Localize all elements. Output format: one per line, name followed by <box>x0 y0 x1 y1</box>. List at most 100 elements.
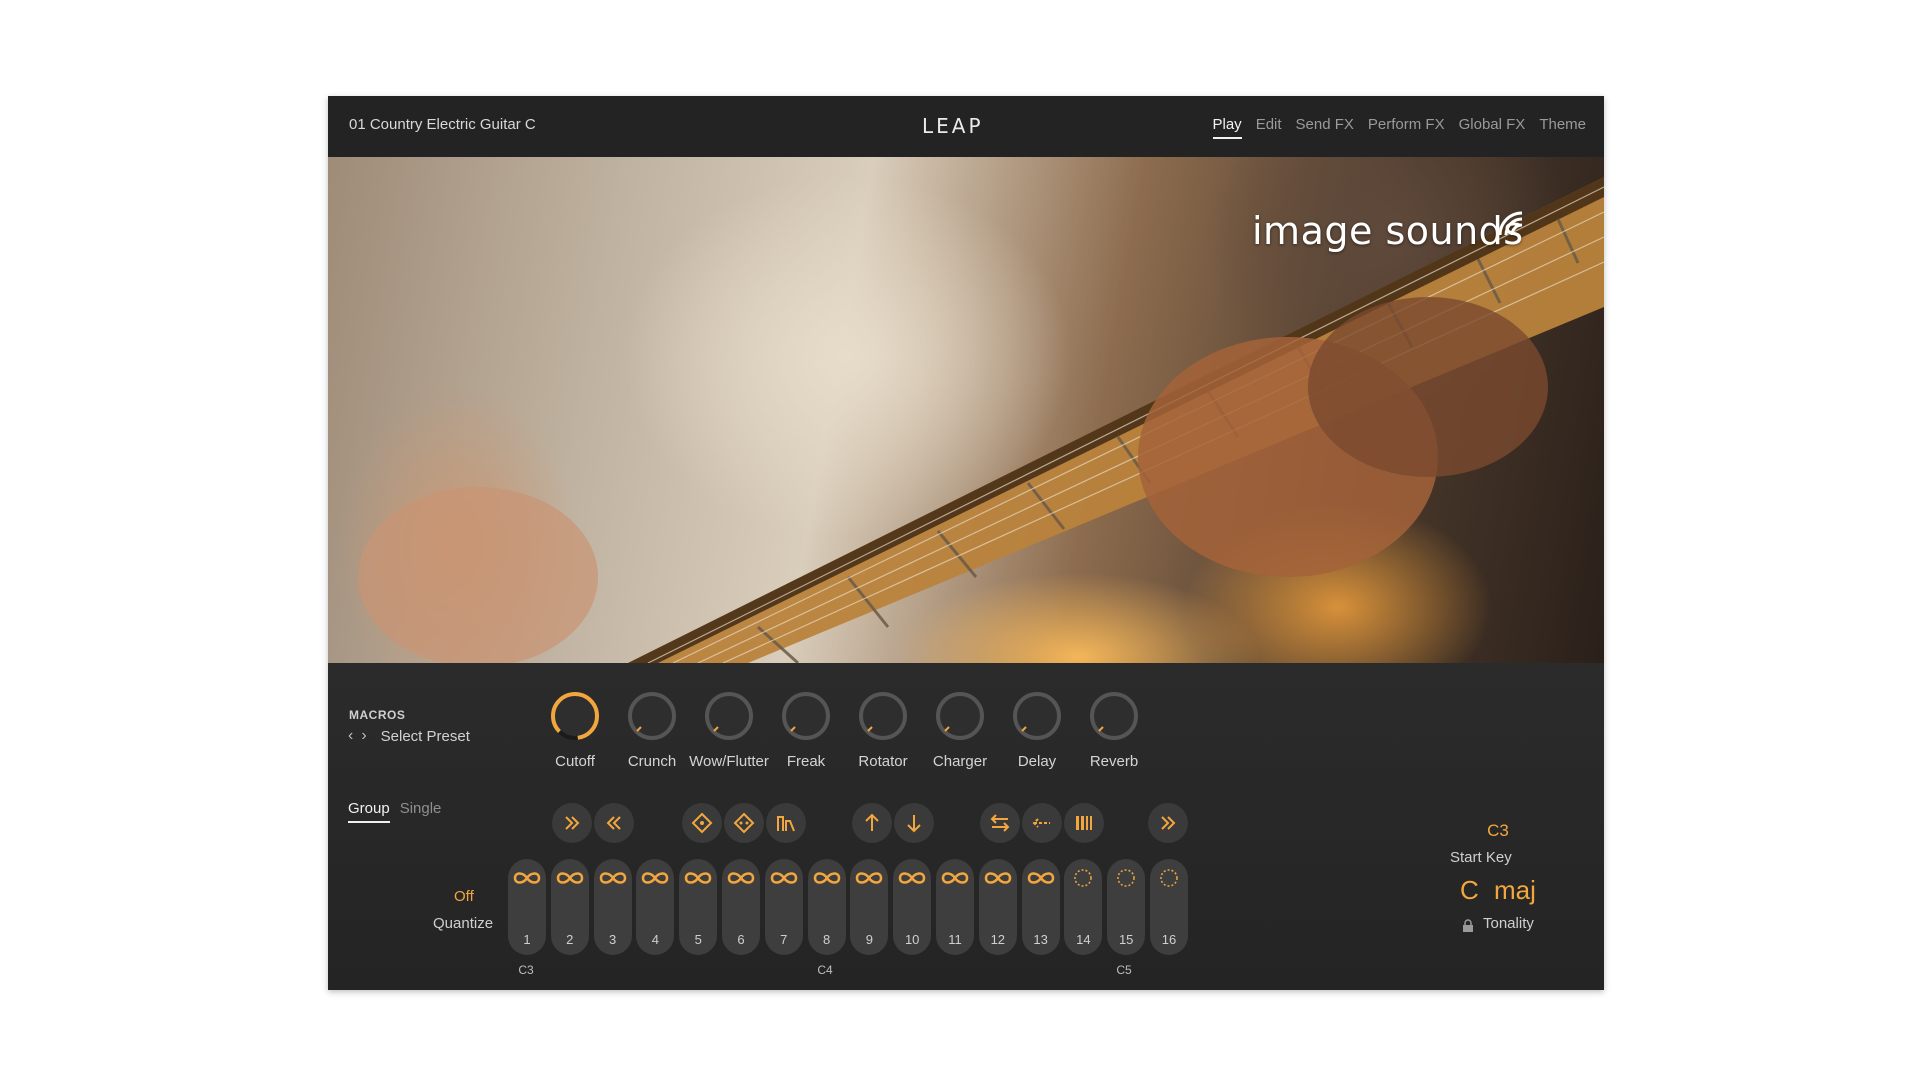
tab-group[interactable]: Group <box>348 800 390 823</box>
lock-icon[interactable] <box>1461 919 1475 933</box>
signal-icon <box>1498 211 1523 236</box>
pad-13[interactable]: 13 <box>1021 859 1060 955</box>
loop-icon <box>813 872 840 884</box>
stutter-button[interactable] <box>1064 803 1104 843</box>
pad-9[interactable]: 9 <box>850 859 889 955</box>
arrow-up-icon <box>865 813 879 831</box>
loop-icon <box>1027 872 1054 884</box>
mode-tabs: Group Single <box>348 800 441 823</box>
randomize-alt-button[interactable] <box>724 803 764 843</box>
octave-label: C4 <box>817 963 833 977</box>
pad-number: 4 <box>651 932 659 947</box>
leap-window: 01 Country Electric Guitar C LEAP Play E… <box>328 96 1604 990</box>
pad-11[interactable]: 11 <box>936 859 974 955</box>
fast-forward-button[interactable] <box>552 803 592 843</box>
loop-icon <box>513 872 541 884</box>
stutter-icon <box>1076 816 1092 830</box>
tonality-key[interactable]: C <box>1460 875 1479 906</box>
octave-label: C5 <box>1116 963 1132 977</box>
pad-number: 3 <box>608 932 617 947</box>
pad-14[interactable]: 14 <box>1064 859 1103 955</box>
reverse-button[interactable] <box>980 803 1020 843</box>
chevron-right-icon[interactable]: › <box>361 727 366 745</box>
chevron-left-icon[interactable]: ‹ <box>348 727 353 745</box>
play-panel: MACROS ‹ › Select Preset Cutoff Crunch W… <box>328 663 1604 990</box>
loop-icon <box>941 872 969 884</box>
pad-10[interactable]: 10 <box>893 859 932 955</box>
pad-number: 5 <box>694 932 702 947</box>
rewind-button[interactable] <box>594 803 634 843</box>
pad-number: 11 <box>948 932 962 947</box>
quantize-value[interactable]: Off <box>454 888 474 905</box>
tab-theme[interactable]: Theme <box>1539 116 1586 139</box>
pad-4[interactable]: 4 <box>636 859 675 955</box>
pad-15[interactable]: 15 <box>1107 859 1146 955</box>
pad-3[interactable]: 3 <box>593 859 632 955</box>
knob-dial-icon <box>551 692 599 740</box>
pad-number: 2 <box>566 932 574 947</box>
pad-8[interactable]: 8 <box>807 859 846 955</box>
octave-label: C3 <box>518 963 534 977</box>
knob-dial-icon <box>628 692 676 740</box>
pad-5[interactable]: 5 <box>679 859 718 955</box>
knob-dial-icon <box>705 692 753 740</box>
loop-icon <box>984 872 1012 884</box>
pitch-down-button[interactable] <box>894 803 934 843</box>
start-key-value[interactable]: C3 <box>1468 821 1528 841</box>
oneshot-icon <box>1117 869 1135 887</box>
pad-number: 7 <box>780 932 788 947</box>
dice-alt-icon <box>733 812 755 834</box>
stretch-icon <box>1032 818 1050 828</box>
loop-icon <box>684 872 712 884</box>
rewind-icon <box>606 816 621 830</box>
pad-number: 6 <box>737 932 745 947</box>
main-tabs: Play Edit Send FX Perform FX Global FX T… <box>1212 116 1586 139</box>
pad-number: 9 <box>865 932 873 947</box>
loop-icon <box>898 872 926 884</box>
randomize-button[interactable] <box>682 803 722 843</box>
brand-logo: image sounds <box>1252 209 1524 253</box>
leap-logo: LEAP <box>922 114 984 138</box>
pad-number: 8 <box>822 932 831 947</box>
arrow-down-icon <box>907 815 921 833</box>
tonality-mode[interactable]: maj <box>1494 875 1536 906</box>
pad-7[interactable]: 7 <box>764 859 803 955</box>
knob-dial-icon <box>859 692 907 740</box>
skip-icon <box>1161 816 1176 830</box>
pad-2[interactable]: 2 <box>550 859 589 955</box>
tab-send-fx[interactable]: Send FX <box>1296 116 1354 139</box>
pad-12[interactable]: 12 <box>978 859 1017 955</box>
pad-number: 14 <box>1076 932 1091 947</box>
tonality-label: Tonality <box>1483 915 1534 932</box>
macro-knob-reverb[interactable]: Reverb <box>1067 689 1161 799</box>
envelope-button[interactable] <box>766 803 806 843</box>
start-key-label: Start Key <box>1450 849 1512 866</box>
pad-number: 16 <box>1161 932 1177 947</box>
skip-button[interactable] <box>1148 803 1188 843</box>
loop-icon <box>856 872 883 884</box>
tab-edit[interactable]: Edit <box>1256 116 1282 139</box>
loop-icon <box>556 872 584 884</box>
macros-title: MACROS <box>349 708 406 722</box>
tab-play[interactable]: Play <box>1212 116 1242 139</box>
preset-name[interactable]: 01 Country Electric Guitar C <box>349 116 536 133</box>
loop-icon <box>727 872 755 884</box>
quantize-label: Quantize <box>433 915 494 932</box>
pad-1[interactable]: 1 <box>508 859 546 955</box>
pad-number: 15 <box>1118 932 1134 947</box>
tab-single[interactable]: Single <box>400 800 442 823</box>
knob-dial-icon <box>1090 692 1138 740</box>
pad-16[interactable]: 16 <box>1150 859 1188 955</box>
tab-perform-fx[interactable]: Perform FX <box>1368 116 1445 139</box>
loop-icon <box>770 872 798 884</box>
fast-forward-icon <box>565 816 580 830</box>
knob-dial-icon <box>782 692 830 740</box>
knob-label: Reverb <box>1089 753 1139 770</box>
pad-number: 10 <box>904 932 920 947</box>
macro-preset-nav: ‹ › Select Preset <box>348 727 470 745</box>
stretch-button[interactable] <box>1022 803 1062 843</box>
pad-6[interactable]: 6 <box>722 859 760 955</box>
select-preset-button[interactable]: Select Preset <box>381 728 470 745</box>
instrument-artwork: image sounds <box>328 157 1604 663</box>
pitch-up-button[interactable] <box>852 803 892 843</box>
